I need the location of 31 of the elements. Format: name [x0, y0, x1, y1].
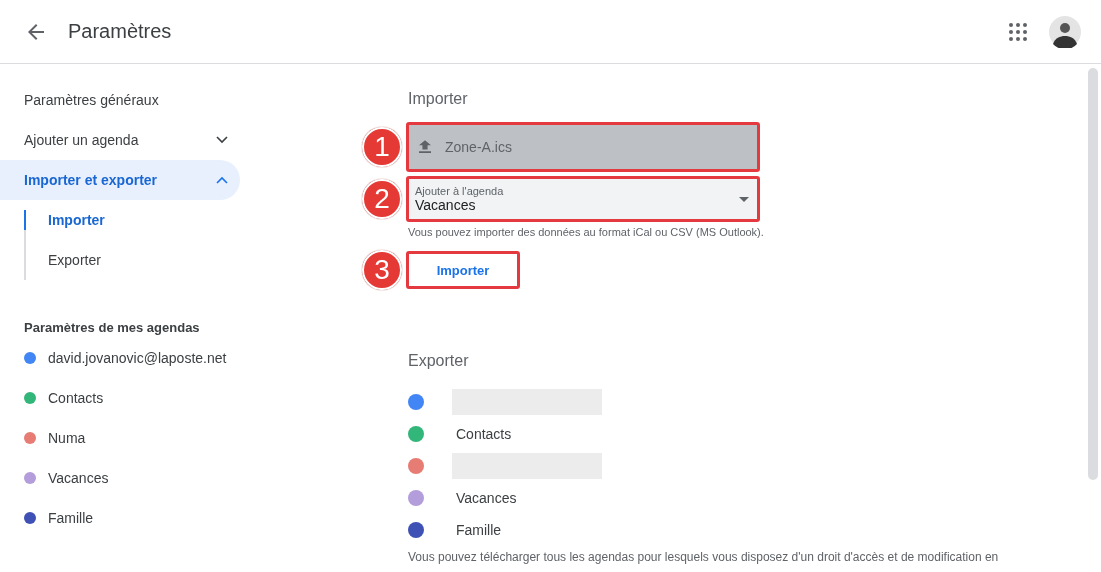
- calendar-name: Famille: [456, 522, 502, 538]
- sidebar-subitem[interactable]: Exporter: [24, 240, 240, 280]
- export-description: Vous pouvez télécharger tous les agendas pour lesquels vous disposez d'un droit d'accès et de modification en: [408, 550, 1000, 564]
- sidebar-item[interactable]: Importer et exporter: [0, 160, 240, 200]
- upload-icon: [419, 140, 431, 154]
- calendar-link[interactable]: Famille: [48, 510, 94, 526]
- section-title: Paramètres de mes agendas: [24, 319, 201, 337]
- calendar-name: Contacts: [456, 426, 512, 442]
- calendar-dropdown[interactable]: Ajouter à l'agenda Vacances: [406, 176, 760, 222]
- page-title: Paramètres: [68, 20, 172, 43]
- scrollbar[interactable]: [1088, 68, 1098, 480]
- calendar-name: Vacances: [456, 490, 517, 506]
- sidebar-item[interactable]: Ajouter un agenda: [0, 120, 240, 160]
- calendar-link[interactable]: Contacts: [48, 390, 104, 406]
- step-number-badge: 1: [362, 127, 402, 167]
- import-hint: Vous pouvez importer des données au format iCal ou CSV (MS Outlook).: [408, 226, 765, 238]
- import-button[interactable]: Importer: [406, 251, 520, 289]
- chevron-down-icon: [216, 136, 228, 144]
- dropdown-caret-icon: [739, 196, 749, 202]
- step-number-badge: 3: [362, 250, 402, 290]
- avatar-icon[interactable]: [1049, 15, 1081, 48]
- chevron-up-icon: [216, 176, 228, 184]
- section-heading: Exporter: [408, 352, 470, 371]
- section-heading: Importer: [408, 90, 469, 109]
- apps-grid-icon[interactable]: [1009, 22, 1027, 41]
- sidebar-item[interactable]: Paramètres généraux: [0, 80, 240, 120]
- calendar-link[interactable]: Vacances: [48, 470, 109, 486]
- step-number-badge: 2: [362, 179, 402, 219]
- calendar-link[interactable]: david.jovanovic@laposte.net: [48, 350, 227, 366]
- calendar-link[interactable]: Numa: [48, 430, 86, 446]
- sidebar-subitem[interactable]: Importer: [24, 210, 240, 230]
